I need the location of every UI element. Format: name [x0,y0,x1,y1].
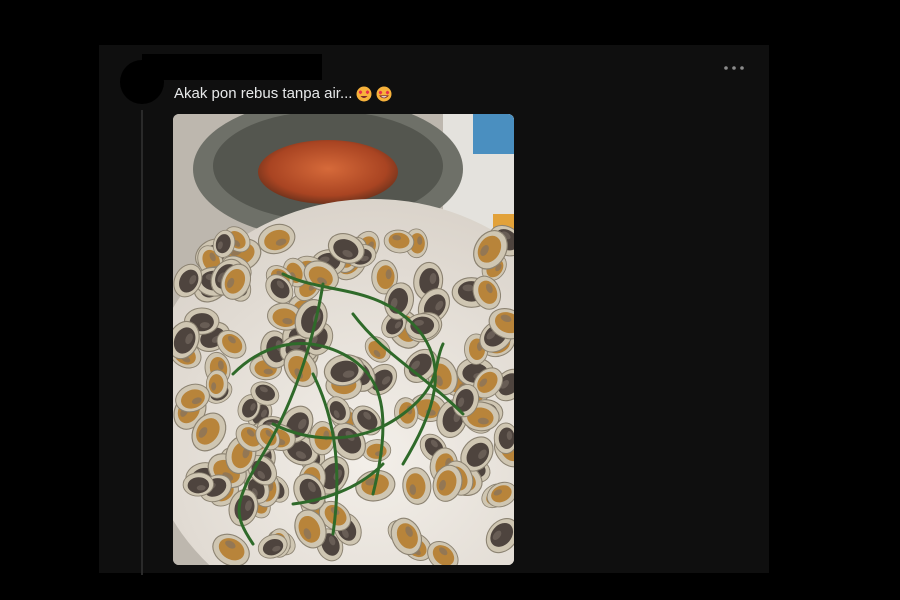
more-options-button[interactable] [720,58,748,78]
thread-line [141,110,143,575]
post-text-row: Akak pon rebus tanpa air... [174,85,392,102]
cockles-photo [173,114,514,565]
post-image[interactable] [173,114,514,565]
heart-eyes-grinning-face-icon [376,86,392,101]
heart-eyes-smiling-face-icon [356,86,372,101]
author-name-redacted [142,54,322,80]
more-horizontal-icon [724,66,744,70]
post-text: Akak pon rebus tanpa air... [174,85,353,102]
